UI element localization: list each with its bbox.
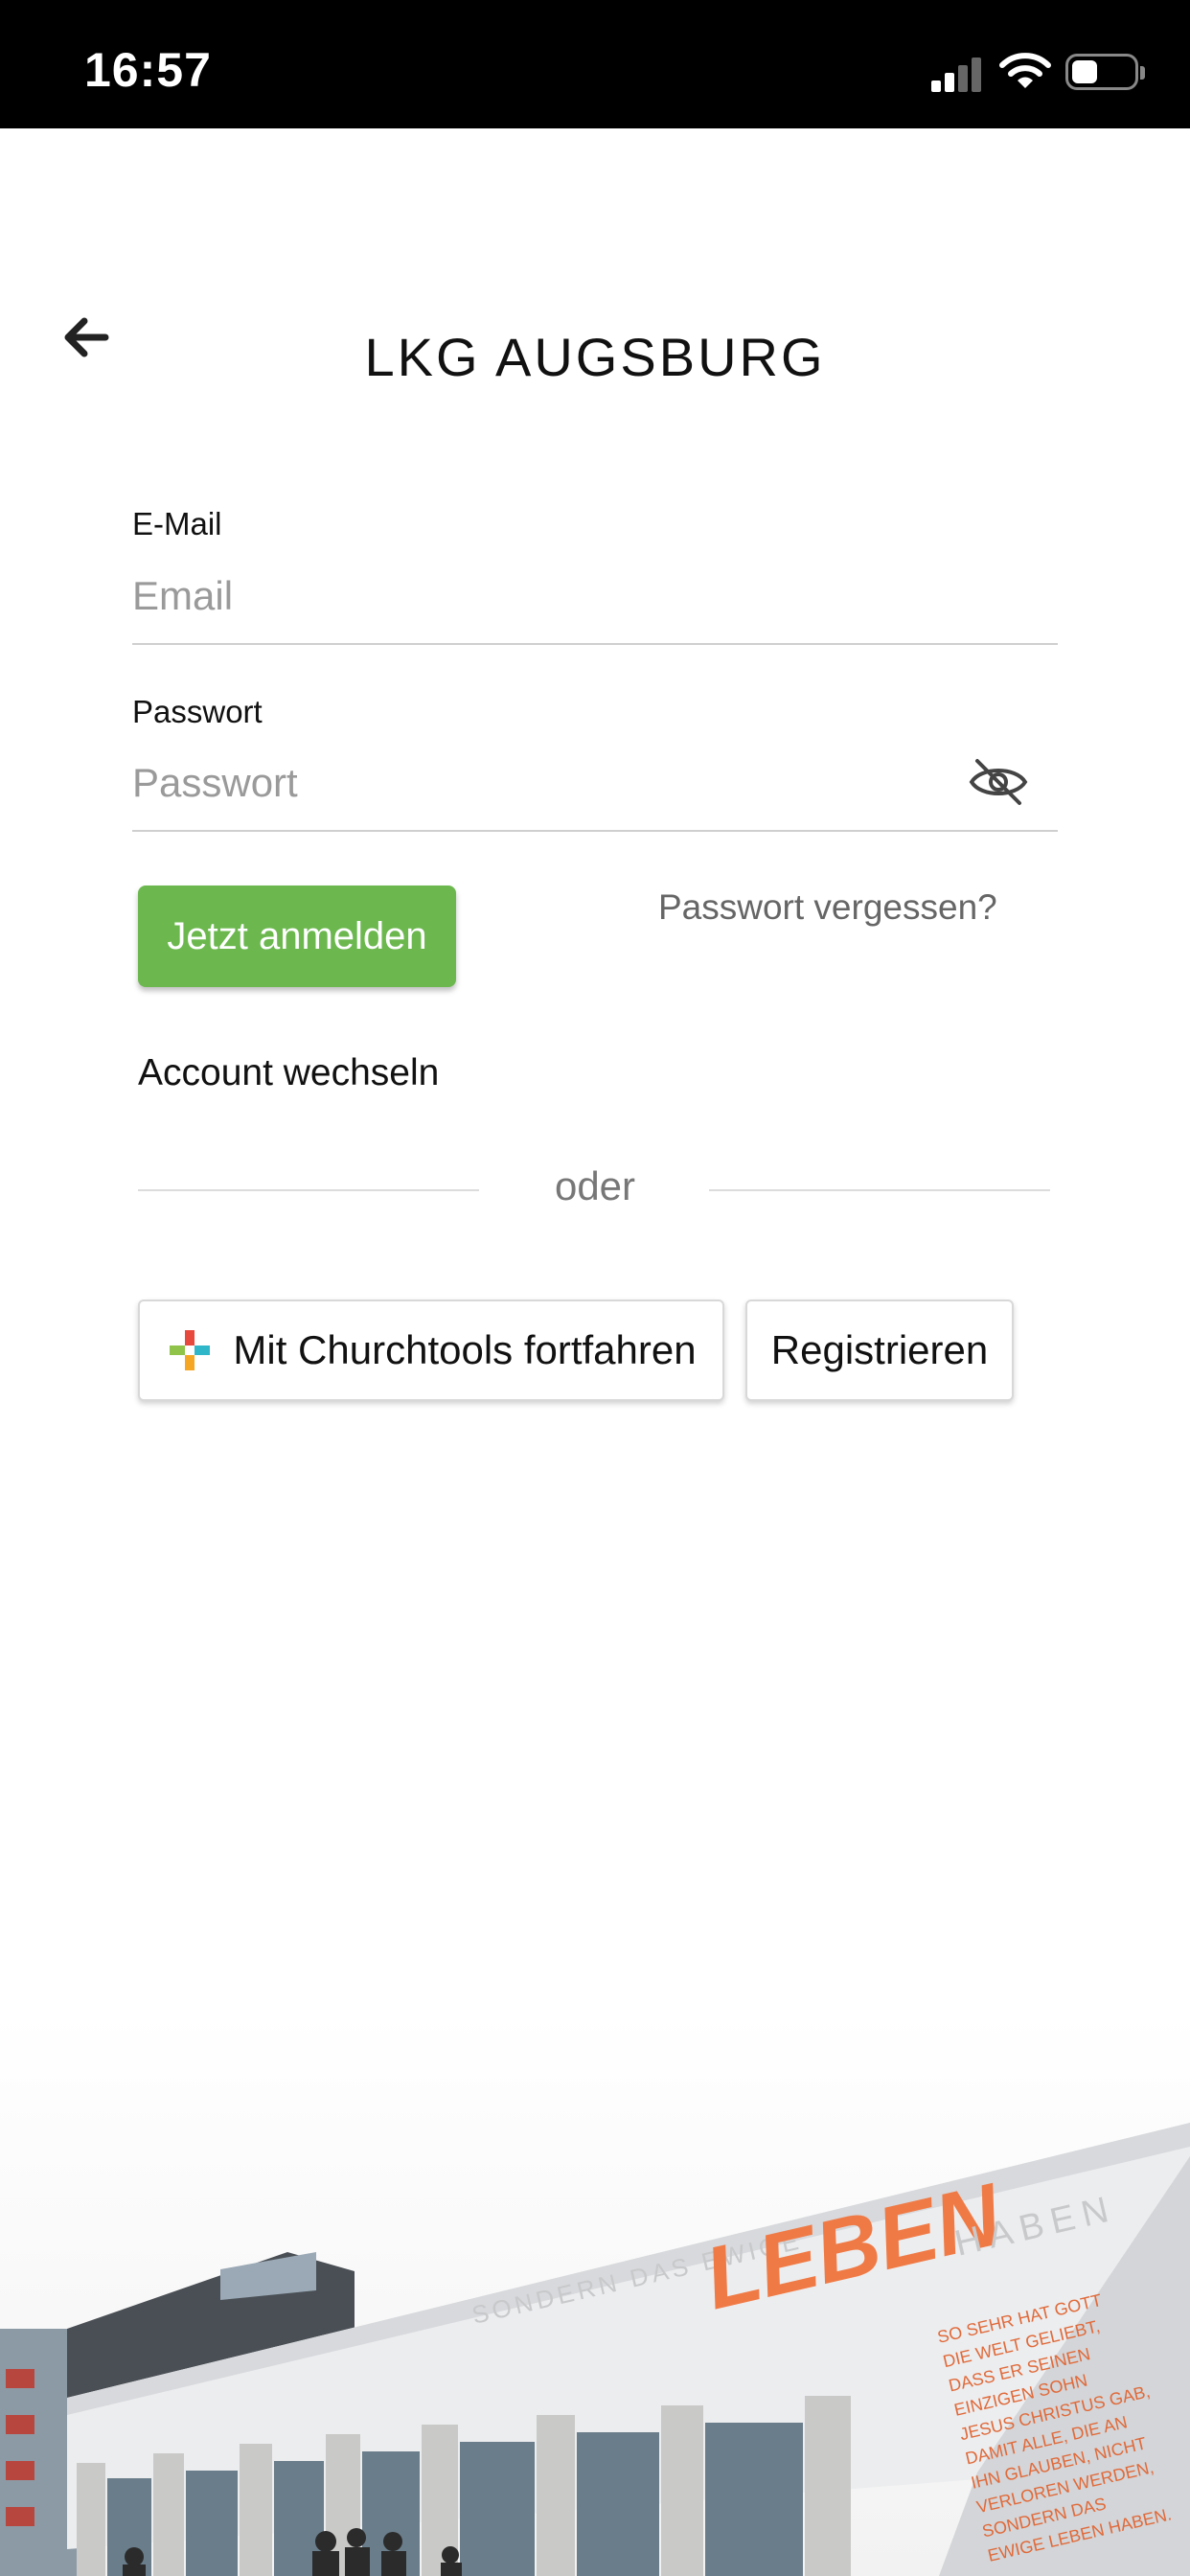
churchtools-button[interactable]: Mit Churchtools fortfahren [138,1300,724,1401]
churchtools-logo-icon [170,1330,211,1370]
email-label: E-Mail [132,506,222,541]
forgot-password-link[interactable]: Passwort vergessen? [658,887,997,928]
divider-text: oder [554,1163,636,1208]
register-button[interactable]: Registrieren [745,1300,1014,1401]
eye-off-icon[interactable] [968,755,1029,809]
status-time: 16:57 [84,43,212,97]
password-field[interactable] [132,749,956,816]
cellular-signal-icon [931,54,985,92]
password-underline [132,830,1058,832]
switch-account-link[interactable]: Account wechseln [138,1052,439,1094]
login-button[interactable]: Jetzt anmelden [138,886,456,987]
email-field[interactable] [132,563,1058,630]
status-bar: 16:57 [0,0,1190,128]
divider-left [138,1189,479,1191]
page-title: LKG AUGSBURG [364,327,826,387]
wifi-icon [999,53,1051,88]
email-underline [132,643,1058,645]
churchtools-button-label: Mit Churchtools fortfahren [233,1327,697,1372]
password-label: Passwort [132,694,263,729]
church-building-image: SONDERN DAS EWIGE LEBEN HABEN SO SEHR HA… [0,2012,1190,2576]
divider-right [709,1189,1050,1191]
battery-icon [1065,54,1145,90]
